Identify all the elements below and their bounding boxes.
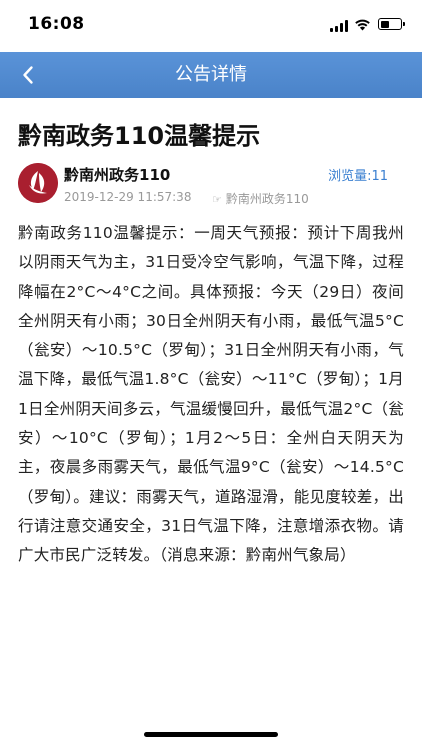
status-bar: 16:08 [0, 0, 422, 52]
article-body: 黔南政务110温馨提示：一周天气预报：预计下周我州以阴雨天气为主，31日受冷空气… [18, 224, 404, 565]
signal-icon [330, 20, 348, 32]
author-name[interactable]: 黔南州政务110 [64, 164, 170, 185]
status-time: 16:08 [28, 14, 85, 34]
source: ☞ 黔南州政务110 [212, 190, 309, 207]
home-indicator [144, 732, 278, 737]
avatar [18, 163, 58, 203]
battery-icon [378, 18, 405, 30]
source-label: 黔南州政务110 [225, 192, 309, 206]
page-title: 公告详情 [175, 64, 247, 85]
views-label: 浏览量: [328, 169, 372, 184]
back-button[interactable] [8, 52, 48, 98]
timestamp: 2019-12-29 11:57:38 [64, 190, 192, 204]
chevron-left-icon [23, 66, 33, 84]
wifi-icon [355, 19, 370, 31]
logo-icon [18, 163, 58, 203]
views-count: 浏览量:11 [328, 165, 388, 184]
hand-pointer-icon: ☞ [212, 193, 222, 206]
views-value: 11 [371, 169, 388, 184]
nav-bar: 公告详情 [0, 52, 422, 98]
article-title: 黔南政务110温馨提示 [18, 122, 261, 150]
